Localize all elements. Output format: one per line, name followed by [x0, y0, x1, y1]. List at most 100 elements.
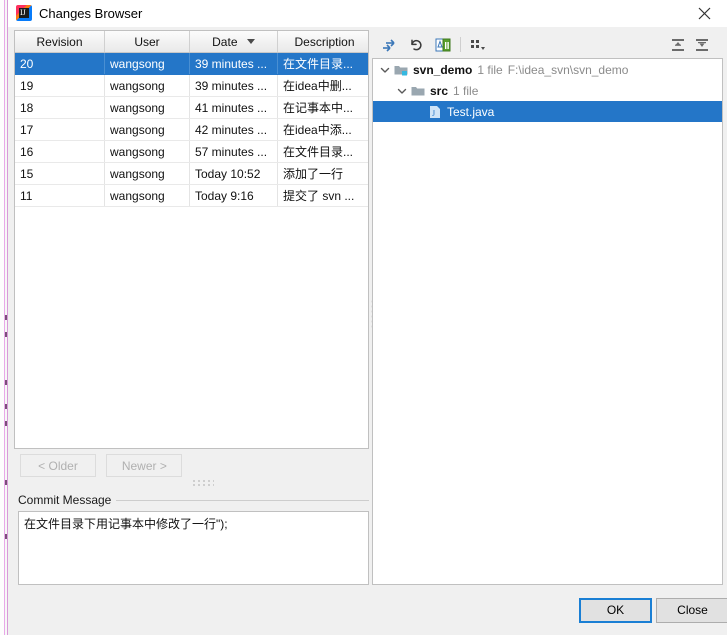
revisions-table-container[interactable]: Revision User Date Description 20 wangso…	[14, 30, 369, 449]
sliver-speck	[5, 404, 7, 409]
cell-description: 在idea中删...	[277, 74, 368, 97]
cell-user: wangsong	[104, 118, 190, 141]
column-header-revision-label: Revision	[36, 34, 83, 49]
cell-revision: 20	[15, 52, 105, 75]
cell-description: 提交了 svn ...	[277, 184, 368, 207]
tree-twisty-placeholder	[411, 104, 427, 120]
cell-revision: 18	[15, 96, 105, 119]
revert-icon[interactable]	[405, 34, 427, 55]
group-by-icon[interactable]	[467, 34, 489, 55]
table-row[interactable]: 15 wangsong Today 10:52 添加了一行	[15, 162, 368, 185]
toolbar-separator	[460, 37, 461, 52]
table-row[interactable]: 18 wangsong 41 minutes ... 在记事本中...	[15, 96, 368, 119]
cell-date: 41 minutes ...	[189, 96, 278, 119]
cell-user: wangsong	[104, 52, 190, 75]
cell-user: wangsong	[104, 184, 190, 207]
expand-all-icon[interactable]	[667, 34, 689, 55]
tree-node-label: svn_demo	[413, 62, 473, 77]
folder-icon	[410, 83, 426, 99]
revisions-table: Revision User Date Description 20 wangso…	[15, 31, 368, 207]
tree-node-label: Test.java	[447, 104, 495, 119]
cell-description: 在文件目录...	[277, 52, 368, 75]
column-header-description-label: Description	[294, 34, 355, 49]
commit-message-text: 在文件目录下用记事本中修改了一行");	[24, 517, 228, 531]
changes-browser-dialog: IJ Changes Browser Revision User Date De…	[8, 0, 727, 635]
column-header-user-label: User	[134, 34, 160, 49]
cell-user: wangsong	[104, 140, 190, 163]
column-header-revision[interactable]: Revision	[15, 31, 105, 53]
sliver-speck	[5, 315, 7, 320]
cell-date: 39 minutes ...	[189, 52, 278, 75]
tree-node-test-java[interactable]: J Test.java	[373, 101, 722, 122]
tree-node-file-count: 1 file	[477, 62, 503, 77]
cell-description: 添加了一行	[277, 162, 368, 185]
tree-node-label: src	[430, 83, 449, 98]
older-button[interactable]: < Older	[20, 454, 96, 477]
collapse-all-icon[interactable]	[691, 34, 713, 55]
chevron-down-icon[interactable]	[377, 62, 393, 78]
dialog-title: Changes Browser	[39, 6, 143, 21]
tree-node-file-count: 1 file	[453, 83, 479, 98]
revisions-panel: Revision User Date Description 20 wangso…	[14, 30, 369, 585]
cell-date: Today 10:52	[189, 162, 278, 185]
chevron-down-icon[interactable]	[394, 83, 410, 99]
tree-node-src[interactable]: src 1 file	[373, 80, 722, 101]
column-header-user[interactable]: User	[104, 31, 190, 53]
tree-node-svn-demo[interactable]: svn_demo 1 file F:\idea_svn\svn_demo	[373, 59, 722, 80]
sliver-speck	[5, 421, 7, 426]
cell-revision: 15	[15, 162, 105, 185]
revision-nav-buttons: < Older Newer >	[20, 454, 189, 477]
table-row[interactable]: 17 wangsong 42 minutes ... 在idea中添...	[15, 118, 368, 141]
sliver-speck	[5, 534, 7, 539]
ok-button[interactable]: OK	[579, 598, 652, 623]
changes-tree-body: svn_demo 1 file F:\idea_svn\svn_demosrc 1 f…	[373, 59, 722, 122]
table-row[interactable]: 16 wangsong 57 minutes ... 在文件目录...	[15, 140, 368, 163]
table-row[interactable]: 11 wangsong Today 9:16 提交了 svn ...	[15, 184, 368, 207]
cell-revision: 16	[15, 140, 105, 163]
sliver-speck	[5, 332, 7, 337]
cell-date: 39 minutes ...	[189, 74, 278, 97]
horizontal-splitter-handle[interactable]	[192, 479, 214, 486]
commit-message-header: Commit Message	[18, 493, 369, 507]
table-row[interactable]: 19 wangsong 39 minutes ... 在idea中删...	[15, 74, 368, 97]
cell-date: 42 minutes ...	[189, 118, 278, 141]
commit-message-label: Commit Message	[18, 493, 118, 507]
svg-text:J: J	[432, 109, 435, 118]
dialog-footer: OK Close	[8, 587, 727, 635]
column-header-description[interactable]: Description	[277, 31, 368, 53]
cell-date: 57 minutes ...	[189, 140, 278, 163]
changes-toolbar	[372, 30, 723, 58]
cell-description: 在记事本中...	[277, 96, 368, 119]
column-header-date[interactable]: Date	[189, 31, 278, 53]
column-header-date-label: Date	[212, 34, 238, 49]
intellij-idea-icon: IJ	[16, 5, 32, 21]
cell-revision: 17	[15, 118, 105, 141]
table-header-row: Revision User Date Description	[15, 31, 368, 53]
newer-button[interactable]: Newer >	[106, 454, 183, 477]
table-row[interactable]: 20 wangsong 39 minutes ... 在文件目录...	[15, 52, 368, 75]
cell-date: Today 9:16	[189, 184, 278, 207]
changes-panel: svn_demo 1 file F:\idea_svn\svn_demosrc 1 f…	[372, 30, 723, 585]
close-icon[interactable]	[682, 0, 727, 27]
changes-tree[interactable]: svn_demo 1 file F:\idea_svn\svn_demosrc 1 f…	[372, 58, 723, 585]
commit-message-field[interactable]: 在文件目录下用记事本中修改了一行");	[18, 511, 369, 585]
dialog-titlebar: IJ Changes Browser	[8, 0, 727, 27]
sort-descending-icon	[246, 38, 255, 44]
java-file-icon: J	[427, 104, 443, 120]
sliver-speck	[5, 380, 7, 385]
module-folder-icon	[393, 62, 409, 78]
cell-user: wangsong	[104, 162, 190, 185]
revisions-table-body: 20 wangsong 39 minutes ... 在文件目录... 19 wangso…	[15, 52, 368, 207]
cell-description: 在idea中添...	[277, 118, 368, 141]
cell-revision: 11	[15, 184, 105, 207]
sliver-speck	[5, 480, 7, 485]
cell-user: wangsong	[104, 96, 190, 119]
close-button[interactable]: Close	[656, 598, 727, 623]
cell-user: wangsong	[104, 74, 190, 97]
compare-with-icon[interactable]	[432, 34, 454, 55]
cell-revision: 19	[15, 74, 105, 97]
tree-node-path: F:\idea_svn\svn_demo	[507, 62, 629, 77]
commit-message-rule	[116, 500, 369, 501]
cell-description: 在文件目录...	[277, 140, 368, 163]
show-diff-icon[interactable]	[378, 34, 400, 55]
